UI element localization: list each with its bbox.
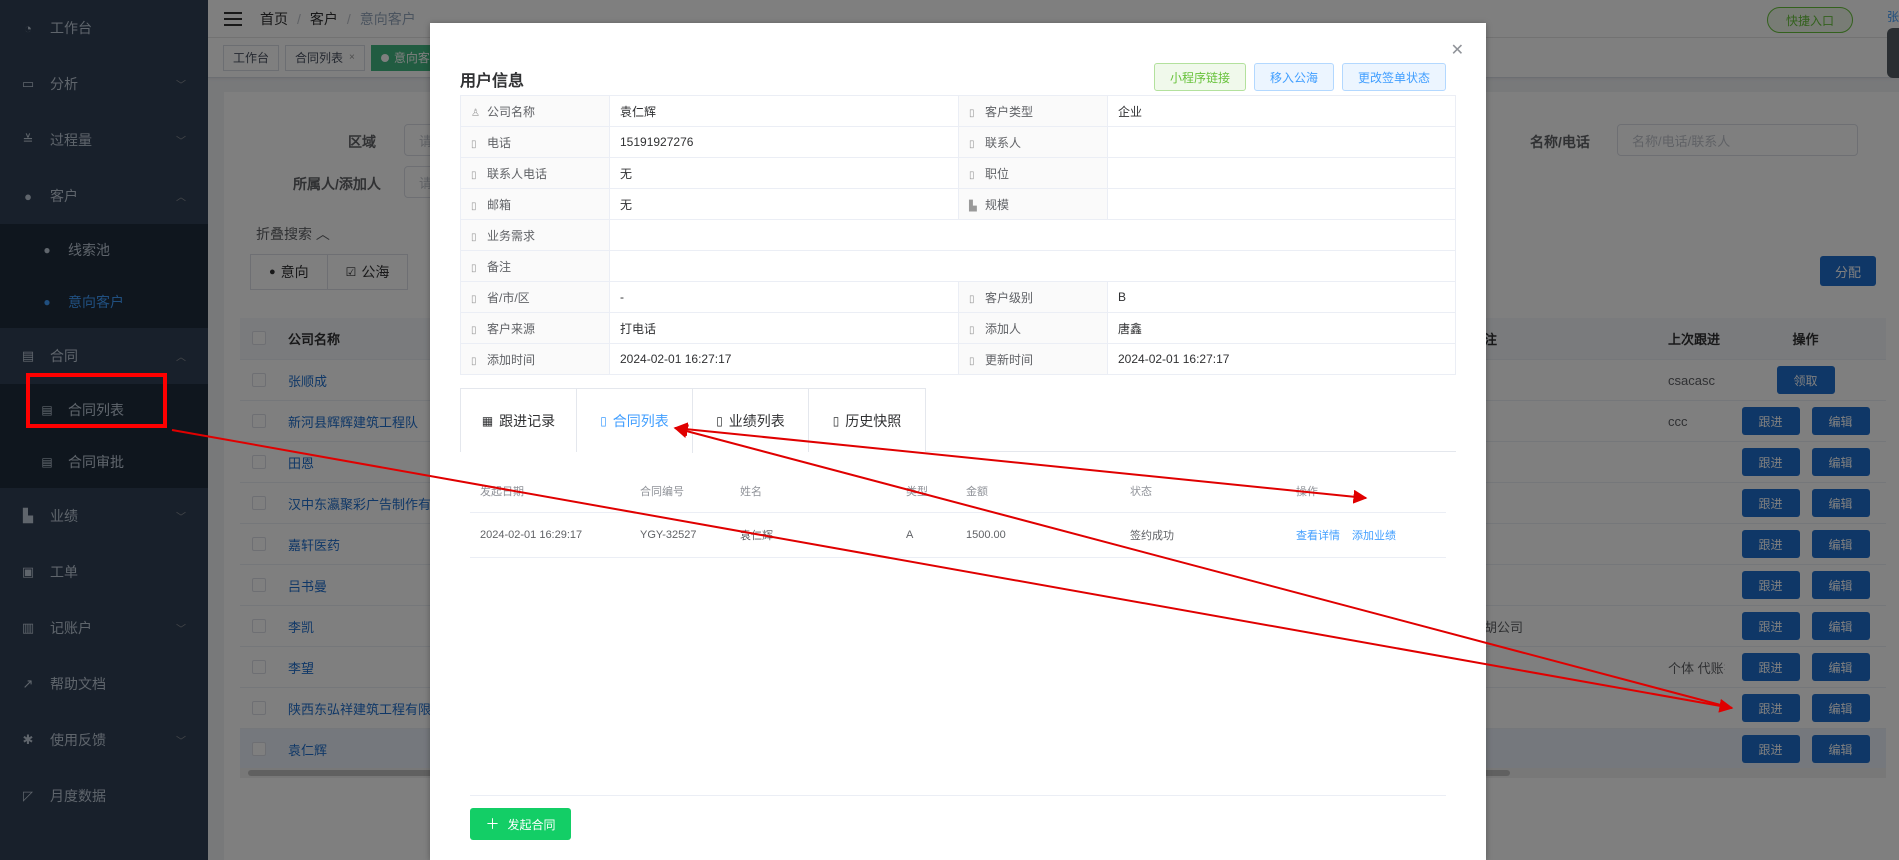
annotation-arrow [673,424,1733,709]
annotation-arrows [171,422,1734,713]
annotation-arrow [673,422,1368,504]
annotation-arrow [171,429,1734,713]
